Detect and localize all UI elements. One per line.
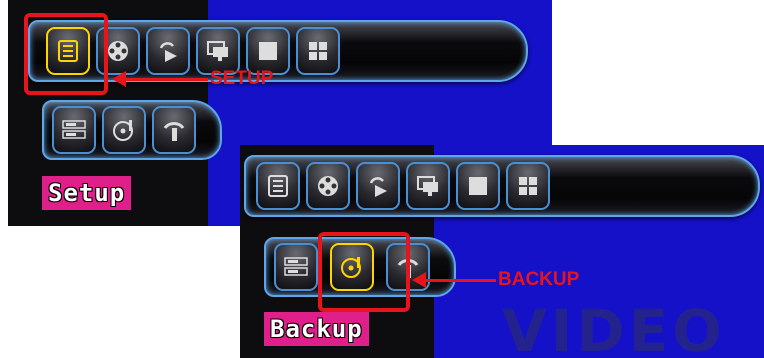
setup-sub-toolbar [42, 100, 222, 160]
setup-arrow-line [124, 78, 208, 81]
backup-panel: VIDEO BACKUP Backup [240, 145, 764, 358]
playback-icon[interactable] [146, 27, 190, 75]
backup-watermark: VIDEO [502, 297, 726, 358]
vcr-icon[interactable] [52, 106, 96, 154]
quad-view-icon[interactable] [296, 27, 340, 75]
vcr-icon[interactable] [274, 243, 318, 291]
setup-callout: SETUP [210, 68, 274, 89]
backup-main-toolbar [244, 155, 760, 217]
single-view-icon[interactable] [456, 162, 500, 210]
quad-view-icon[interactable] [506, 162, 550, 210]
backup-label: Backup [264, 312, 369, 346]
setup-label: Setup [42, 176, 132, 210]
list-icon[interactable] [256, 162, 300, 210]
network-icon[interactable] [152, 106, 196, 154]
setup-highlight-box [24, 13, 108, 95]
film-reel-icon[interactable] [306, 162, 350, 210]
disc-backup-icon[interactable] [102, 106, 146, 154]
backup-arrow-line [424, 279, 496, 282]
backup-highlight-box [318, 232, 410, 312]
backup-callout: BACKUP [498, 269, 580, 290]
playback-icon[interactable] [356, 162, 400, 210]
monitor-icon[interactable] [406, 162, 450, 210]
